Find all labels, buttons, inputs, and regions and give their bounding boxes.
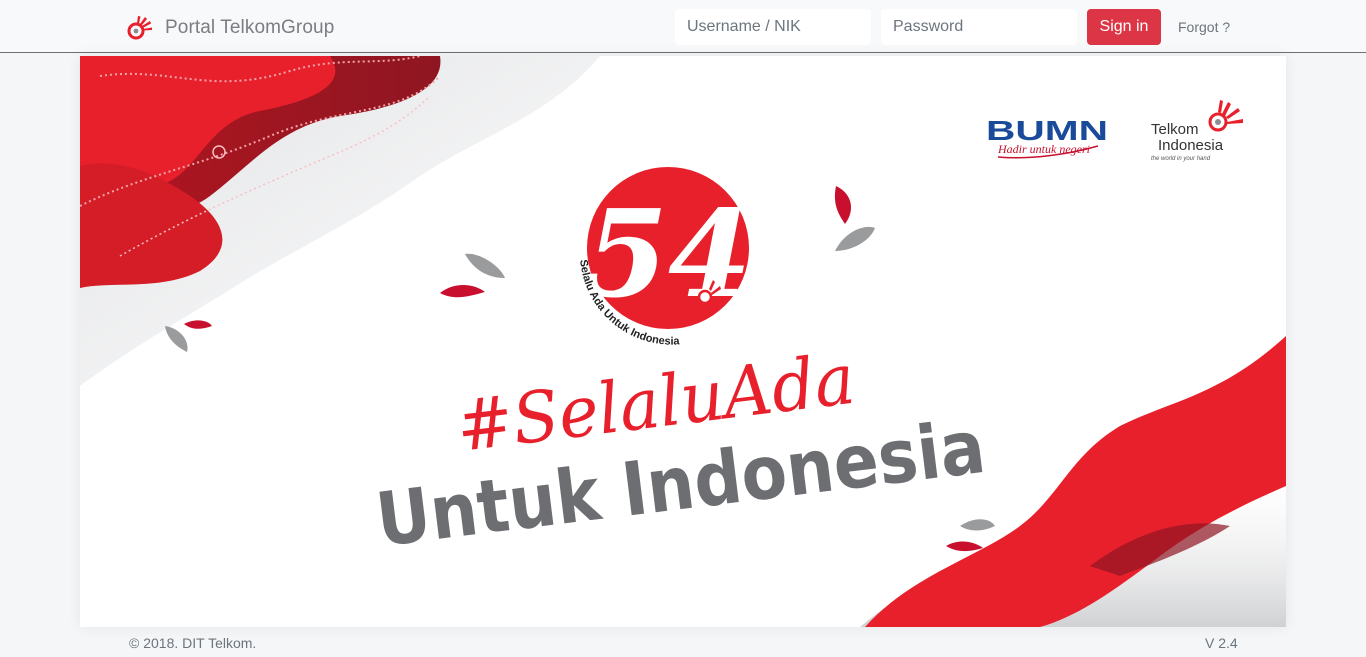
telkom-tagline: the world in your hand bbox=[1151, 156, 1211, 162]
copyright-text: © 2018. DIT Telkom. bbox=[129, 635, 257, 651]
sign-in-button[interactable]: Sign in bbox=[1087, 9, 1161, 45]
brand-title: Portal TelkomGroup bbox=[165, 17, 335, 38]
hero-banner: BUMN Hadir untuk negeri Telkom Indonesia… bbox=[80, 56, 1286, 627]
telkom-indonesia-logo: Telkom Indonesia the world in your hand bbox=[1151, 100, 1243, 162]
password-input[interactable] bbox=[881, 9, 1077, 45]
telkom-line1: Telkom bbox=[1151, 121, 1199, 138]
brand-link[interactable]: Portal TelkomGroup bbox=[126, 14, 334, 42]
forgot-password-link[interactable]: Forgot ? bbox=[1178, 19, 1230, 35]
top-navbar: Portal TelkomGroup Sign in Forgot ? bbox=[0, 0, 1366, 53]
telkom-line2: Indonesia bbox=[1158, 137, 1224, 154]
banner-artwork: BUMN Hadir untuk negeri Telkom Indonesia… bbox=[80, 56, 1286, 627]
username-input[interactable] bbox=[675, 9, 871, 45]
telkom-logo-icon bbox=[127, 16, 152, 40]
telkom-hand-icon bbox=[1208, 100, 1243, 132]
bumn-tagline: Hadir untuk negeri bbox=[997, 142, 1090, 156]
version-text: V 2.4 bbox=[1205, 635, 1238, 651]
bumn-logo: BUMN Hadir untuk negeri bbox=[986, 115, 1108, 159]
anniversary-number: 54 bbox=[585, 184, 752, 325]
anniversary-54-logo: 54 Selalu Ada Untuk Indonesia bbox=[577, 167, 752, 348]
